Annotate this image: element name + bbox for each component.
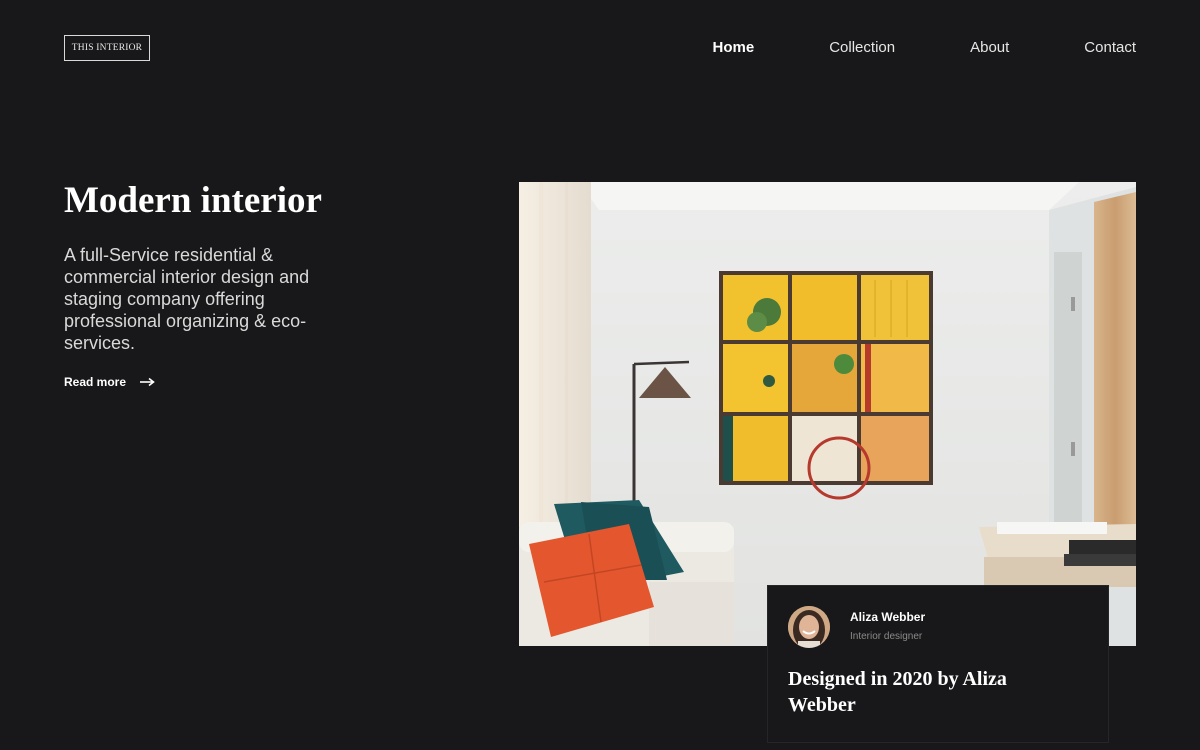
avatar-portrait xyxy=(788,606,830,648)
interior-illustration xyxy=(519,182,1136,646)
read-more-link[interactable]: Read more xyxy=(64,375,155,389)
nav-contact[interactable]: Contact xyxy=(1084,38,1136,58)
nav-about[interactable]: About xyxy=(970,38,1009,58)
hero-image xyxy=(519,182,1136,646)
main-nav: Home Collection About Contact xyxy=(638,38,1136,58)
designer-name: Aliza Webber xyxy=(850,610,926,624)
logo-text: THIS INTERIOR xyxy=(71,43,143,53)
logo[interactable]: THIS INTERIOR xyxy=(64,35,150,61)
arrow-right-icon xyxy=(140,377,155,387)
designer-card: Aliza Webber Interior designer Designed … xyxy=(767,585,1109,743)
side-table xyxy=(979,522,1136,587)
card-caption: Designed in 2020 by Aliza Webber xyxy=(788,668,1007,716)
hero-title: Modern interior xyxy=(64,180,322,221)
nav-collection[interactable]: Collection xyxy=(829,38,895,58)
hero-description: A full-Service residential & commercial … xyxy=(64,245,310,353)
designer-role: Interior designer xyxy=(850,631,923,642)
read-more-label: Read more xyxy=(64,375,127,389)
avatar[interactable] xyxy=(788,606,830,648)
nav-home[interactable]: Home xyxy=(713,38,755,58)
wall-artwork xyxy=(719,271,933,500)
